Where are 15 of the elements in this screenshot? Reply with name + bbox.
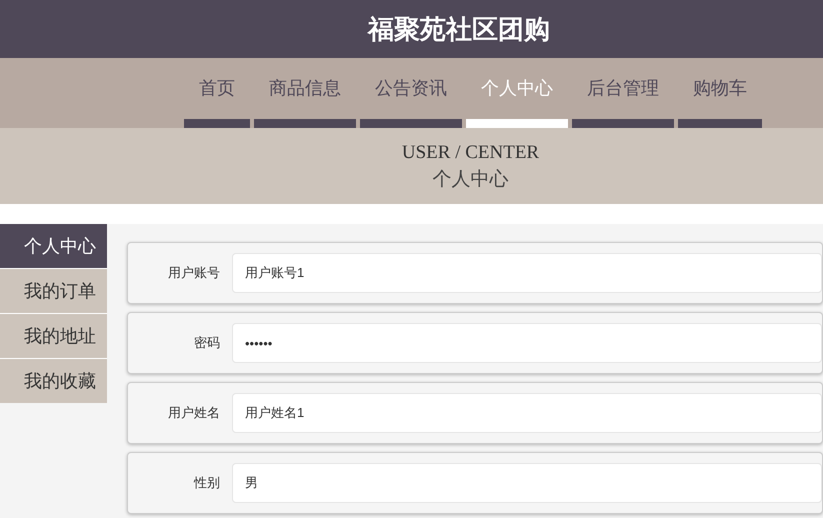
field-label: 用户账号 (167, 264, 221, 282)
input-field[interactable]: 男 (232, 463, 822, 503)
field-label: 密码 (193, 334, 221, 352)
banner-subtitle: 个人中心 (432, 167, 508, 192)
field-label: 性别 (192, 474, 221, 492)
input-field[interactable]: •••••• (232, 323, 822, 363)
input-field[interactable]: 用户姓名1 (232, 393, 822, 433)
site-title: 福聚苑社区团购 (366, 12, 550, 46)
sidebar-item[interactable]: 我的收藏 (0, 359, 107, 403)
input-field[interactable]: 用户账号1 (232, 253, 822, 293)
sidebar-item[interactable]: 个人中心 (0, 224, 107, 268)
sidebar-item[interactable]: 我的订单 (0, 269, 107, 313)
field-label: 用户姓名 (167, 404, 221, 422)
banner-title: USER / CENTER (402, 141, 540, 165)
sidebar-item[interactable]: 我的地址 (0, 314, 107, 358)
